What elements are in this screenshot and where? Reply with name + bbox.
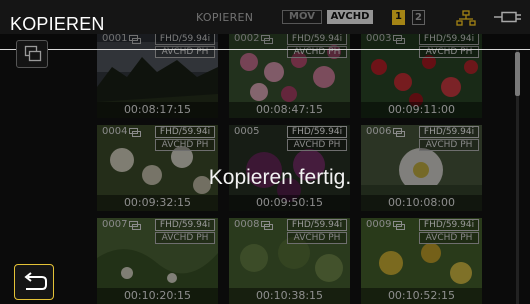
clip-duration: 00:08:17:15 <box>97 102 218 118</box>
screen: 0001 FHD/59.94i AVCHD PH 00:08:17:15 000… <box>0 0 530 304</box>
clip-duration: 00:09:50:15 <box>229 195 350 211</box>
format-tag: FHD/59.94i <box>419 126 479 138</box>
clip-duration: 00:09:11:00 <box>361 102 482 118</box>
format-tag: FHD/59.94i <box>419 219 479 231</box>
clip-number: 0008 <box>234 219 260 230</box>
page-title: KOPIEREN <box>10 14 105 34</box>
return-arrow-icon <box>24 272 47 290</box>
title-bar: KOPIEREN <box>0 0 530 50</box>
clip-icon <box>393 128 405 137</box>
clip-number: 0007 <box>102 219 128 230</box>
copy-icon <box>24 45 42 62</box>
clip-number: 0006 <box>366 126 392 137</box>
thumbnail-0008[interactable]: 0008 FHD/59.94i AVCHD PH 00:10:38:15 <box>229 218 350 304</box>
format-tag: FHD/59.94i <box>155 219 215 231</box>
clip-icon <box>129 221 141 230</box>
thumbnail-0007[interactable]: 0007 FHD/59.94i AVCHD PH 00:10:20:15 <box>97 218 218 304</box>
codec-tag: AVCHD PH <box>419 139 479 151</box>
clip-icon <box>261 221 273 230</box>
codec-tag: AVCHD PH <box>419 232 479 244</box>
codec-tag: AVCHD PH <box>155 139 215 151</box>
clip-duration: 00:10:20:15 <box>97 288 218 304</box>
clip-icon <box>129 128 141 137</box>
format-tag: FHD/59.94i <box>155 126 215 138</box>
clip-duration: 00:08:47:15 <box>229 102 350 118</box>
copy-complete-message: Kopieren fertig. <box>208 166 352 189</box>
copy-button[interactable] <box>16 40 48 68</box>
format-tag: FHD/59.94i <box>287 126 347 138</box>
clip-icon <box>393 221 405 230</box>
codec-tag: AVCHD PH <box>155 232 215 244</box>
clip-duration: 00:10:38:15 <box>229 288 350 304</box>
clip-duration: 00:10:52:15 <box>361 288 482 304</box>
codec-tag: AVCHD PH <box>287 139 347 151</box>
back-button[interactable] <box>14 264 54 300</box>
clip-duration: 00:10:08:00 <box>361 195 482 211</box>
clip-number: 0005 <box>234 126 260 137</box>
codec-tag: AVCHD PH <box>287 232 347 244</box>
clip-number: 0004 <box>102 126 128 137</box>
format-tag: FHD/59.94i <box>287 219 347 231</box>
clip-number: 0009 <box>366 219 392 230</box>
scrollbar-thumb[interactable] <box>515 52 520 96</box>
clip-duration: 00:09:32:15 <box>97 195 218 211</box>
thumbnail-0009[interactable]: 0009 FHD/59.94i AVCHD PH 00:10:52:15 <box>361 218 482 304</box>
